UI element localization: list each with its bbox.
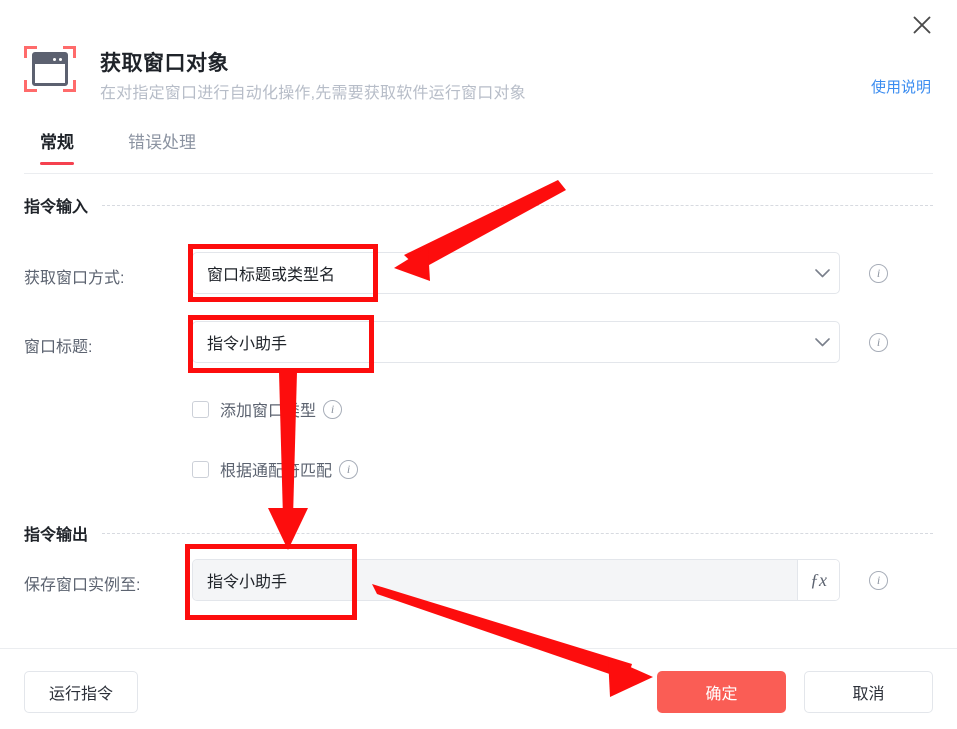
bracket-bottom-right-icon bbox=[63, 80, 76, 92]
section-divider-output bbox=[102, 532, 933, 534]
info-icon-add-window-class[interactable]: i bbox=[323, 399, 343, 419]
bracket-top-left-icon bbox=[24, 46, 37, 58]
dialog-window: 获取窗口对象 在对指定窗口进行自动化操作,先需要获取软件运行窗口对象 使用说明 … bbox=[0, 0, 957, 729]
confirm-button[interactable]: 确定 bbox=[657, 671, 786, 713]
window-capture-icon bbox=[24, 46, 76, 94]
tab-bar: 常规 错误处理 bbox=[0, 128, 957, 174]
tab-error-handling[interactable]: 错误处理 bbox=[128, 128, 196, 165]
checkbox-label-wildcard-match: 根据通配符匹配 bbox=[220, 463, 333, 480]
dialog-subtitle: 在对指定窗口进行自动化操作,先需要获取软件运行窗口对象 bbox=[100, 85, 526, 102]
checkbox-row-wildcard-match[interactable]: 根据通配符匹配 i bbox=[192, 458, 359, 480]
label-window-title: 窗口标题: bbox=[24, 339, 93, 356]
field-save-window-instance[interactable]: ƒx bbox=[192, 559, 840, 601]
dialog-title: 获取窗口对象 bbox=[100, 52, 229, 75]
section-title-input: 指令输入 bbox=[24, 199, 89, 216]
info-icon-wildcard-match[interactable]: i bbox=[339, 459, 359, 479]
chevron-down-icon[interactable] bbox=[805, 337, 839, 347]
dialog-body: 指令输入 获取窗口方式: 窗口标题或类型名 i 窗口标题: 指令小助手 i 添加… bbox=[0, 174, 957, 648]
select-window-method[interactable]: 窗口标题或类型名 bbox=[192, 252, 840, 294]
checkbox-wildcard-match[interactable] bbox=[192, 460, 209, 478]
section-header-input: 指令输入 bbox=[24, 194, 933, 216]
help-link[interactable]: 使用说明 bbox=[871, 76, 931, 97]
fx-button[interactable]: ƒx bbox=[797, 560, 839, 600]
cancel-button[interactable]: 取消 bbox=[804, 671, 933, 713]
dialog-footer: 运行指令 确定 取消 bbox=[0, 648, 957, 729]
window-dot-right bbox=[59, 58, 62, 61]
dialog-header: 获取窗口对象 在对指定窗口进行自动化操作,先需要获取软件运行窗口对象 使用说明 bbox=[0, 0, 957, 122]
window-titlebar-glyph bbox=[35, 55, 65, 64]
run-command-button[interactable]: 运行指令 bbox=[24, 671, 138, 713]
tab-general[interactable]: 常规 bbox=[40, 128, 74, 165]
info-icon-save-window-instance[interactable]: i bbox=[869, 571, 888, 590]
checkbox-label-add-window-class: 添加窗口类型 bbox=[220, 403, 317, 420]
section-divider-input bbox=[102, 204, 933, 206]
label-save-window-instance: 保存窗口实例至: bbox=[24, 577, 141, 594]
select-window-method-value: 窗口标题或类型名 bbox=[207, 267, 336, 284]
info-icon-window-title[interactable]: i bbox=[869, 333, 888, 352]
select-window-title-value: 指令小助手 bbox=[207, 336, 288, 353]
label-window-method: 获取窗口方式: bbox=[24, 270, 125, 287]
section-header-output: 指令输出 bbox=[24, 522, 933, 544]
info-icon-window-method[interactable]: i bbox=[869, 264, 888, 283]
input-save-window-instance[interactable] bbox=[193, 560, 797, 600]
chevron-down-icon[interactable] bbox=[805, 268, 839, 278]
checkbox-row-add-window-class[interactable]: 添加窗口类型 i bbox=[192, 398, 343, 420]
window-dot-left bbox=[53, 58, 56, 61]
checkbox-add-window-class[interactable] bbox=[192, 400, 209, 418]
bracket-bottom-left-icon bbox=[24, 80, 37, 92]
close-icon[interactable] bbox=[909, 12, 935, 38]
bracket-top-right-icon bbox=[63, 46, 76, 58]
section-title-output: 指令输出 bbox=[24, 527, 89, 544]
select-window-title[interactable]: 指令小助手 bbox=[192, 321, 840, 363]
